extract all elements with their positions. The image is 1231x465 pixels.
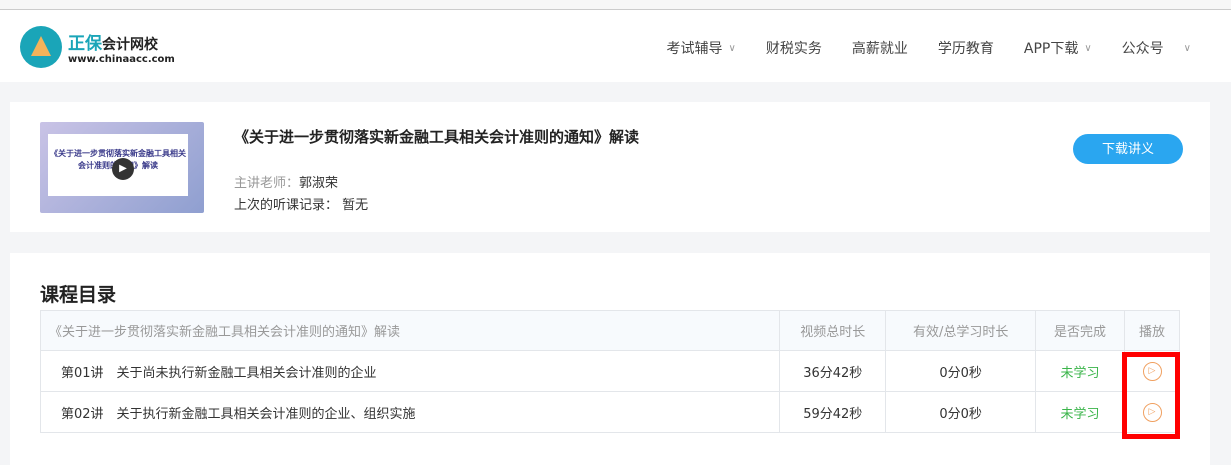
lecture-status: 未学习 [1035, 350, 1125, 392]
download-notes-button[interactable]: 下载讲义 [1073, 134, 1183, 164]
highlight-box [1122, 352, 1180, 439]
chevron-down-icon: ∨ [1183, 42, 1191, 54]
header-studied: 有效/总学习时长 [885, 310, 1037, 351]
course-info-card: 《关于进一步贯彻落实新金融工具相关会计准则的通知》解读 ▶ 《关于进一步贯彻落实… [10, 102, 1210, 232]
main-nav: 考试辅导 ∨ 财税实务 高薪就业 学历教育 APP下载 ∨ 公众号 ∨ [637, 38, 1191, 58]
logo-url: www.chinaacc.com [68, 54, 175, 65]
teacher-name: 郭淑荣 [299, 176, 339, 191]
nav-label: 考试辅导 [666, 41, 723, 57]
lecture-status: 未学习 [1035, 391, 1125, 433]
chevron-down-icon: ∨ [728, 42, 736, 54]
logo-sub: 会计网校 [102, 37, 158, 53]
nav-exam[interactable]: 考试辅导 ∨ [667, 38, 736, 58]
nav-tax[interactable]: 财税实务 [766, 38, 822, 58]
teacher-info: 主讲老师：郭淑荣 [234, 172, 338, 191]
header-status: 是否完成 [1035, 310, 1125, 351]
bookmarks-bar [0, 0, 1231, 10]
play-icon[interactable]: ▶ [112, 158, 134, 180]
lecture-duration: 59分42秒 [779, 391, 887, 433]
catalog-table: 《关于进一步贯彻落实新金融工具相关会计准则的通知》解读 视频总时长 有效/总学习… [39, 310, 1180, 433]
logo-icon [20, 26, 62, 68]
record-info: 上次的听课记录： 暂无 [234, 194, 368, 213]
table-header: 《关于进一步贯彻落实新金融工具相关会计准则的通知》解读 视频总时长 有效/总学习… [39, 310, 1180, 351]
course-title: 《关于进一步贯彻落实新金融工具相关会计准则的通知》解读 [234, 128, 640, 146]
lecture-duration: 36分42秒 [779, 350, 887, 392]
nav-app[interactable]: APP下载 ∨ [1024, 38, 1092, 58]
lecture-name[interactable]: 第01讲 关于尚未执行新金融工具相关会计准则的企业 [39, 350, 781, 392]
chevron-down-icon: ∨ [1084, 42, 1092, 54]
nav-label: APP下载 [1023, 41, 1079, 57]
logo[interactable]: 正保会计网校 www.chinaacc.com [20, 26, 175, 68]
logo-main: 正保 [68, 34, 102, 54]
table-row: 第01讲 关于尚未执行新金融工具相关会计准则的企业 36分42秒 0分0秒 未学… [39, 350, 1180, 392]
table-row: 第02讲 关于执行新金融工具相关会计准则的企业、组织实施 59分42秒 0分0秒… [39, 391, 1180, 433]
catalog-title: 课程目录 [40, 284, 117, 306]
site-header: 正保会计网校 www.chinaacc.com 考试辅导 ∨ 财税实务 高薪就业 … [0, 10, 1231, 82]
header-play: 播放 [1124, 310, 1180, 351]
record-label: 上次的听课记录： [234, 198, 339, 213]
lecture-studied: 0分0秒 [885, 391, 1037, 433]
course-thumbnail[interactable]: 《关于进一步贯彻落实新金融工具相关会计准则的通知》解读 ▶ [40, 122, 204, 213]
nav-jobs[interactable]: 高薪就业 [852, 38, 908, 58]
nav-label: 学历教育 [937, 41, 994, 57]
header-title: 《关于进一步贯彻落实新金融工具相关会计准则的通知》解读 [39, 310, 781, 351]
nav-label: 公众号 [1121, 41, 1164, 57]
record-value: 暂无 [342, 198, 369, 213]
catalog-card: 课程目录 《关于进一步贯彻落实新金融工具相关会计准则的通知》解读 视频总时长 有… [10, 253, 1210, 465]
nav-wechat[interactable]: 公众号 ∨ [1122, 38, 1191, 58]
nav-label: 高薪就业 [851, 41, 908, 57]
lecture-name[interactable]: 第02讲 关于执行新金融工具相关会计准则的企业、组织实施 [39, 391, 781, 433]
lecture-studied: 0分0秒 [885, 350, 1037, 392]
nav-label: 财税实务 [765, 41, 822, 57]
header-duration: 视频总时长 [779, 310, 887, 351]
nav-degree[interactable]: 学历教育 [938, 38, 994, 58]
teacher-label: 主讲老师： [234, 176, 300, 191]
